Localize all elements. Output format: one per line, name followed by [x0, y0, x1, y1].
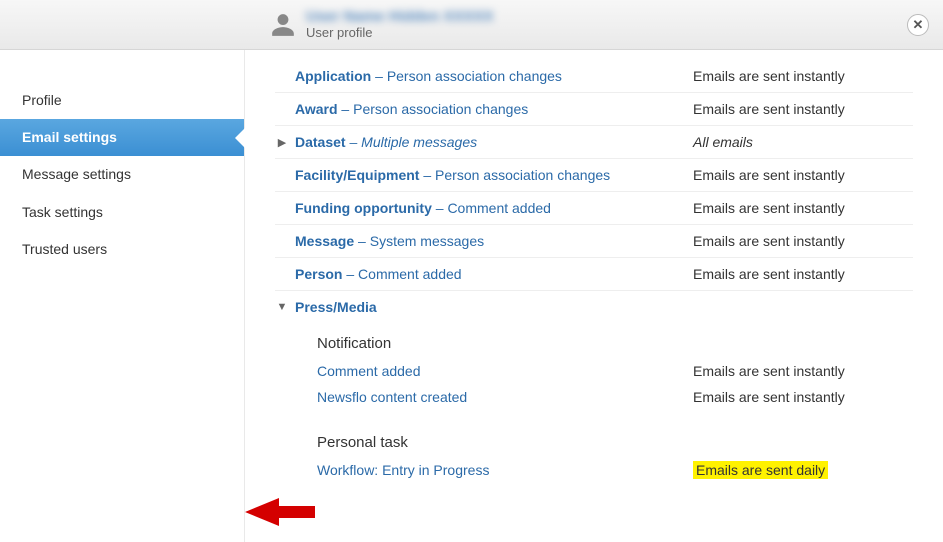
sidebar-item-trusted-users[interactable]: Trusted users	[0, 231, 244, 268]
status-label: Emails are sent instantly	[693, 233, 913, 249]
sidebar-item-email-settings[interactable]: Email settings	[0, 119, 244, 156]
setting-row-facility[interactable]: Facility/Equipment – Person association …	[275, 159, 913, 192]
category-label: Dataset	[295, 134, 346, 150]
category-desc: System messages	[370, 233, 484, 249]
category-label: Application	[295, 68, 371, 84]
annotation-arrow-icon	[245, 494, 315, 530]
category-desc: Comment added	[358, 266, 462, 282]
category-desc: Person association changes	[435, 167, 610, 183]
close-icon: ✕	[913, 17, 924, 33]
sub-row-newsflo[interactable]: Newsflo content created Emails are sent …	[275, 384, 913, 410]
setting-row-press-media[interactable]: ▼ Press/Media	[275, 291, 913, 323]
sub-row-comment-added[interactable]: Comment added Emails are sent instantly	[275, 358, 913, 384]
category-desc: Comment added	[447, 200, 551, 216]
category-label: Person	[295, 266, 342, 282]
setting-row-person[interactable]: Person – Comment added Emails are sent i…	[275, 258, 913, 291]
category-label: Funding opportunity	[295, 200, 432, 216]
header-bar: User Name Hidden XXXXX User profile ✕	[0, 0, 943, 50]
category-desc: Multiple messages	[361, 134, 477, 150]
avatar-icon	[270, 12, 296, 38]
header-subtitle: User profile	[306, 26, 494, 40]
section-heading-notification: Notification	[275, 323, 913, 358]
sidebar: Profile Email settings Message settings …	[0, 50, 245, 542]
category-desc: Person association changes	[353, 101, 528, 117]
category-label: Message	[295, 233, 354, 249]
status-label: Emails are sent instantly	[693, 68, 913, 84]
status-label: Emails are sent instantly	[693, 167, 913, 183]
main-content: Application – Person association changes…	[245, 50, 943, 542]
status-label-highlighted: Emails are sent daily	[693, 461, 828, 479]
setting-row-funding[interactable]: Funding opportunity – Comment added Emai…	[275, 192, 913, 225]
sub-item-label: Newsflo content created	[317, 389, 693, 405]
status-label: All emails	[693, 134, 913, 150]
sidebar-item-message-settings[interactable]: Message settings	[0, 156, 244, 193]
category-label: Facility/Equipment	[295, 167, 419, 183]
caret-right-icon: ▶	[275, 136, 289, 149]
sub-row-workflow-entry[interactable]: Workflow: Entry in Progress Emails are s…	[275, 457, 913, 483]
status-label: Emails are sent instantly	[693, 101, 913, 117]
sidebar-item-task-settings[interactable]: Task settings	[0, 194, 244, 231]
setting-row-message[interactable]: Message – System messages Emails are sen…	[275, 225, 913, 258]
status-label: Emails are sent instantly	[693, 363, 913, 379]
sidebar-item-profile[interactable]: Profile	[0, 82, 244, 119]
sub-item-label: Comment added	[317, 363, 693, 379]
status-label: Emails are sent instantly	[693, 200, 913, 216]
setting-row-dataset[interactable]: ▶Dataset – Multiple messages All emails	[275, 126, 913, 159]
setting-row-award[interactable]: Award – Person association changes Email…	[275, 93, 913, 126]
user-name-obscured: User Name Hidden XXXXX	[306, 9, 494, 26]
close-button[interactable]: ✕	[907, 14, 929, 36]
setting-row-application[interactable]: Application – Person association changes…	[275, 60, 913, 93]
caret-down-icon: ▼	[275, 301, 289, 313]
sub-item-label: Workflow: Entry in Progress	[317, 462, 693, 478]
category-label: Award	[295, 101, 338, 117]
category-desc: Person association changes	[387, 68, 562, 84]
category-label: Press/Media	[295, 299, 377, 315]
status-label: Emails are sent instantly	[693, 266, 913, 282]
status-label: Emails are sent instantly	[693, 389, 913, 405]
section-heading-personal-task: Personal task	[275, 410, 913, 457]
